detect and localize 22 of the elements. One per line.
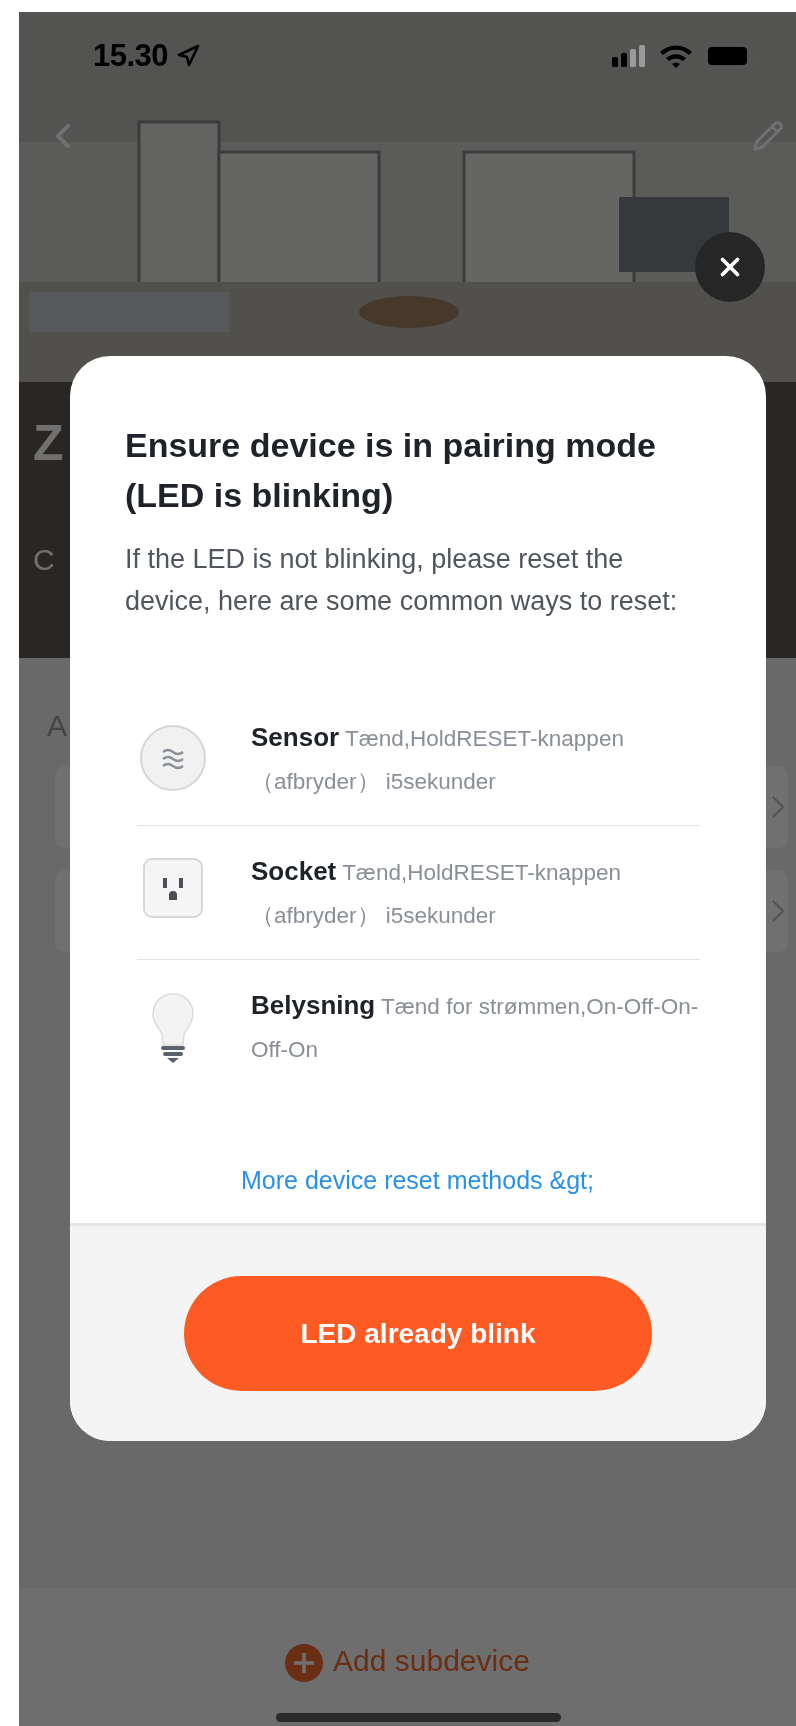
reset-instruction: Sensor Tænd,HoldRESET-knappen （afbryder） i5sekunder — [251, 721, 625, 796]
wifi-icon — [658, 43, 694, 69]
sensor-icon — [139, 724, 207, 792]
led-blink-button[interactable]: LED already blink — [184, 1276, 652, 1391]
dialog-title: Ensure device is in pairing mode (LED is blinking) — [125, 425, 657, 516]
signal-icon — [612, 45, 646, 67]
light-bulb-icon — [150, 992, 196, 1064]
location-icon — [176, 44, 201, 68]
reset-methods-link[interactable]: More device reset methods &gt; — [241, 1163, 594, 1197]
device-subtitle: C — [33, 542, 55, 578]
add-subdevice-button[interactable]: Add subdevice — [285, 1644, 530, 1684]
plus-icon — [285, 1644, 324, 1682]
chevron-right-icon — [772, 900, 784, 922]
list-card-edge[interactable] — [55, 766, 71, 848]
socket-icon — [143, 858, 203, 918]
status-time: 15.30 — [93, 38, 169, 74]
device-title: Z — [33, 414, 64, 473]
reset-instruction: Belysning Tænd for strømmen,On-Off-On-Off-On — [251, 989, 700, 1064]
dialog-description: If the LED is not blinking, please reset the device, here are some common ways to reset: — [125, 543, 679, 618]
chevron-right-icon — [772, 796, 784, 818]
list-card-edge[interactable] — [55, 870, 71, 952]
reset-instruction: Socket Tænd,HoldRESET-knappen （afbryder） i5sekunder — [251, 855, 623, 930]
